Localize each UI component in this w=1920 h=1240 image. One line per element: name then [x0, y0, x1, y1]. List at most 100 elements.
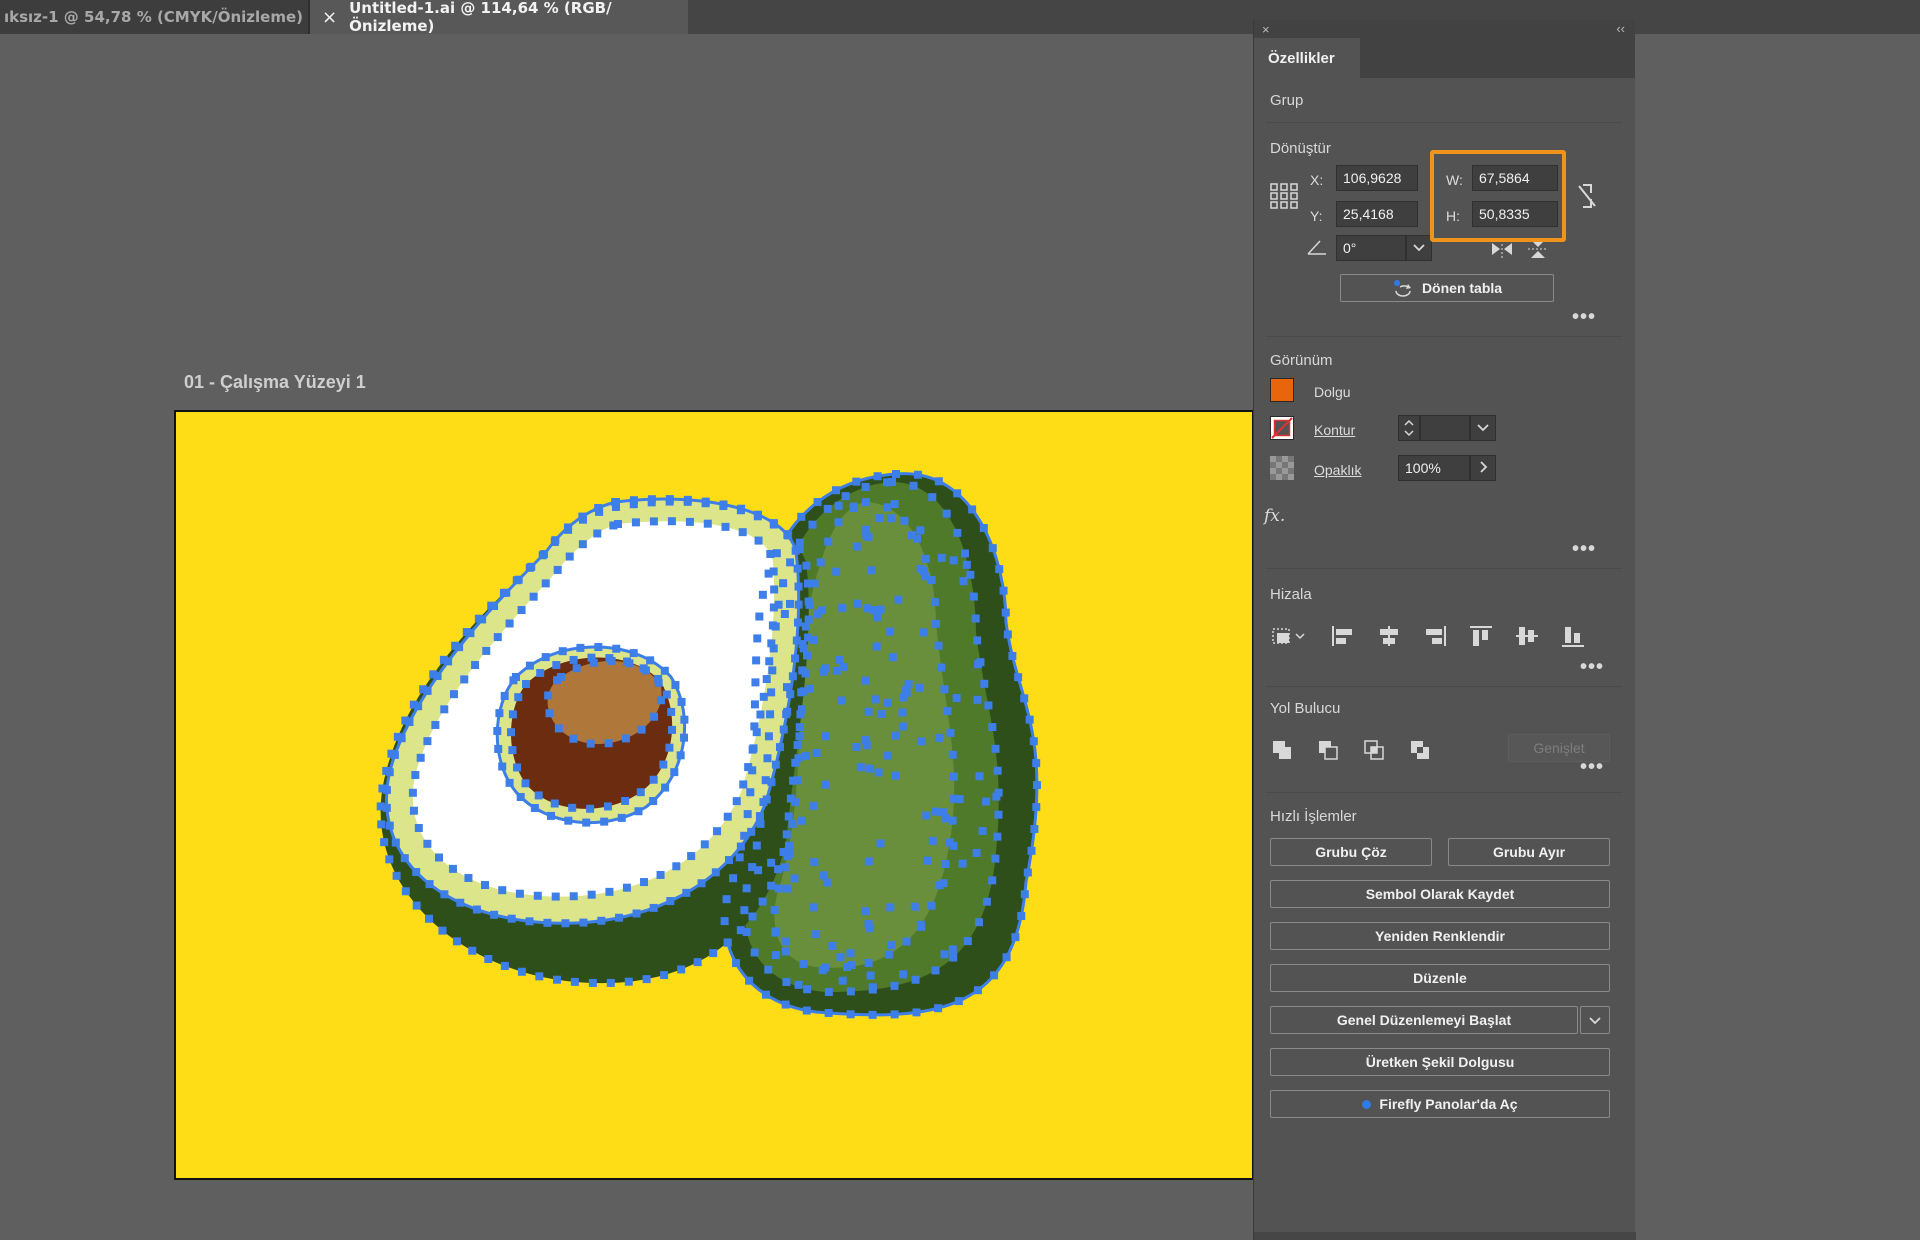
anchor-point[interactable] — [949, 841, 958, 850]
anchor-point[interactable] — [739, 780, 748, 789]
anchor-point[interactable] — [412, 901, 421, 910]
anchor-point[interactable] — [861, 483, 870, 492]
anchor-point[interactable] — [414, 824, 423, 833]
anchor-point[interactable] — [766, 549, 775, 558]
anchor-point[interactable] — [953, 528, 962, 537]
anchor-point[interactable] — [835, 655, 844, 664]
anchor-point[interactable] — [751, 678, 760, 687]
collapse-panel-icon[interactable]: ‹‹ — [1616, 21, 1625, 36]
anchor-point[interactable] — [570, 977, 579, 986]
anchor-point[interactable] — [661, 783, 670, 792]
anchor-point[interactable] — [864, 857, 873, 866]
anchor-point[interactable] — [782, 937, 791, 946]
anchor-point[interactable] — [838, 976, 847, 985]
anchor-point[interactable] — [846, 987, 855, 996]
anchor-point[interactable] — [569, 655, 578, 664]
anchor-point[interactable] — [607, 656, 616, 665]
anchor-point[interactable] — [553, 676, 562, 685]
anchor-point[interactable] — [687, 852, 696, 861]
anchor-point[interactable] — [948, 750, 957, 759]
anchor-point[interactable] — [899, 970, 908, 979]
anchor-point[interactable] — [995, 565, 1004, 574]
artboard[interactable] — [174, 410, 1254, 1180]
anchor-point[interactable] — [500, 691, 509, 700]
document-tab-1[interactable]: ıksız-1 @ 54,78 % (CMYK/Önizleme) — [0, 0, 308, 34]
anchor-point[interactable] — [928, 836, 937, 845]
recolor-button[interactable]: Yeniden Renklendir — [1270, 922, 1610, 950]
anchor-point[interactable] — [904, 680, 913, 689]
anchor-point[interactable] — [802, 751, 811, 760]
anchor-point[interactable] — [876, 605, 885, 614]
anchor-point[interactable] — [864, 959, 873, 968]
anchor-point[interactable] — [980, 679, 989, 688]
align-bottom-icon[interactable] — [1560, 624, 1586, 648]
reference-point-icon[interactable] — [1270, 183, 1300, 211]
anchor-point[interactable] — [1003, 630, 1012, 639]
anchor-point[interactable] — [934, 1004, 943, 1013]
x-field[interactable]: 106,9628 — [1336, 165, 1418, 191]
anchor-point[interactable] — [873, 472, 882, 481]
ungroup-button[interactable]: Grubu Çöz — [1270, 838, 1432, 866]
stroke-weight-dropdown[interactable] — [1470, 415, 1496, 441]
anchor-point[interactable] — [1014, 673, 1023, 682]
anchor-point[interactable] — [763, 754, 772, 763]
anchor-point[interactable] — [993, 766, 1002, 775]
anchor-point[interactable] — [963, 937, 972, 946]
anchor-point[interactable] — [748, 745, 757, 754]
anchor-point[interactable] — [385, 768, 394, 777]
anchor-point[interactable] — [507, 728, 516, 737]
anchor-point[interactable] — [625, 659, 634, 668]
anchor-point[interactable] — [803, 579, 812, 588]
anchor-point[interactable] — [494, 744, 503, 753]
anchor-point[interactable] — [784, 812, 793, 821]
anchor-point[interactable] — [786, 690, 795, 699]
anchor-point[interactable] — [677, 965, 686, 974]
align-left-icon[interactable] — [1330, 624, 1356, 648]
anchor-point[interactable] — [737, 504, 746, 513]
anchor-point[interactable] — [397, 734, 406, 743]
anchor-point[interactable] — [414, 702, 423, 711]
anchor-point[interactable] — [576, 643, 585, 652]
anchor-point[interactable] — [802, 561, 811, 570]
anchor-point[interactable] — [766, 710, 775, 719]
anchor-point[interactable] — [719, 500, 728, 509]
rotate-view-button[interactable]: Dönen tabla — [1340, 274, 1554, 302]
align-vertical-center-icon[interactable] — [1514, 624, 1540, 648]
anchor-point[interactable] — [786, 599, 795, 608]
anchor-point[interactable] — [809, 636, 818, 645]
anchor-point[interactable] — [911, 975, 920, 984]
anchor-point[interactable] — [794, 582, 803, 591]
anchor-point[interactable] — [874, 768, 883, 777]
anchor-point[interactable] — [721, 522, 730, 531]
anchor-point[interactable] — [934, 641, 943, 650]
anchor-point[interactable] — [527, 562, 536, 571]
anchor-point[interactable] — [765, 657, 774, 666]
edit-button[interactable]: Düzenle — [1270, 964, 1610, 992]
anchor-point[interactable] — [973, 695, 982, 704]
anchor-point[interactable] — [852, 477, 861, 486]
anchor-point[interactable] — [868, 983, 877, 992]
anchor-point[interactable] — [782, 683, 791, 692]
anchor-point[interactable] — [853, 599, 862, 608]
anchor-point[interactable] — [1001, 608, 1010, 617]
anchor-point[interactable] — [490, 601, 499, 610]
anchor-point[interactable] — [656, 696, 665, 705]
anchor-point[interactable] — [883, 503, 892, 512]
anchor-point[interactable] — [783, 884, 792, 893]
anchor-point[interactable] — [391, 838, 400, 847]
pathfinder-minus-front-icon[interactable] — [1316, 738, 1342, 762]
anchor-point[interactable] — [797, 512, 806, 521]
pathfinder-more-options[interactable]: ••• — [1580, 756, 1604, 779]
anchor-point[interactable] — [649, 797, 658, 806]
anchor-point[interactable] — [969, 592, 978, 601]
anchor-point[interactable] — [824, 987, 833, 996]
anchor-point[interactable] — [569, 892, 578, 901]
anchor-point[interactable] — [740, 831, 749, 840]
anchor-point[interactable] — [992, 792, 1001, 801]
anchor-point[interactable] — [703, 519, 712, 528]
anchor-point[interactable] — [495, 709, 504, 718]
anchor-point[interactable] — [935, 734, 944, 743]
anchor-point[interactable] — [552, 975, 561, 984]
anchor-point[interactable] — [600, 817, 609, 826]
anchor-point[interactable] — [974, 660, 983, 669]
